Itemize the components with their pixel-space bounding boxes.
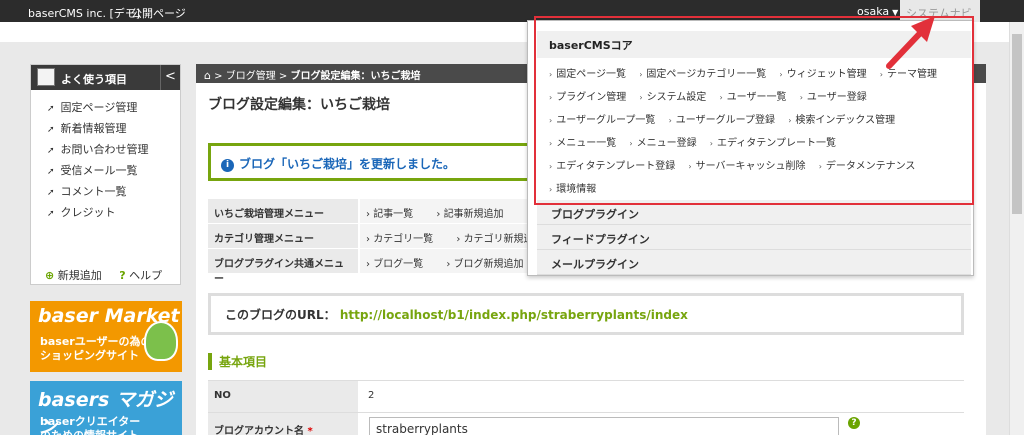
- menu-link[interactable]: › カテゴリ一覧: [366, 234, 443, 245]
- page-title: ブログ設定編集：いちご栽培: [208, 97, 390, 113]
- help-button[interactable]: ? ヘルプ: [119, 269, 162, 282]
- plus-icon: ⊕: [45, 269, 55, 282]
- sidebar-item[interactable]: ➚ お問い合わせ管理: [31, 139, 180, 160]
- help-label: ヘルプ: [129, 269, 163, 282]
- public-page-link[interactable]: 公開ページ: [131, 5, 186, 21]
- sidebar-header: よく使う項目 <: [31, 65, 180, 90]
- sidebar-item[interactable]: ➚ クレジット: [31, 202, 180, 223]
- field-label: NO: [208, 381, 358, 412]
- menu-link-label: カテゴリ新規追加: [463, 234, 530, 245]
- arrow-icon: ➚: [47, 188, 55, 198]
- banner-line: ショッピングサイト: [40, 349, 139, 362]
- plugin-item[interactable]: メールプラグイン: [537, 250, 971, 275]
- blog-url-link[interactable]: http://localhost/b1/index.php/straberryp…: [340, 308, 688, 322]
- arrow-icon: ➚: [47, 104, 55, 114]
- arrow-icon: ➚: [47, 167, 55, 177]
- sidebar-item[interactable]: ➚ コメント一覧: [31, 181, 180, 202]
- menu-row-label: カテゴリ管理メニュー: [208, 224, 358, 248]
- menu-link[interactable]: › カテゴリ新規追加: [456, 234, 530, 245]
- menu-row: カテゴリ管理メニュー › カテゴリ一覧 › カテゴリ新規追加: [208, 224, 530, 249]
- basic-fields-table: NO 2 ブログアカウント名 * straberryplants ?: [208, 380, 964, 435]
- menu-row: いちご栽培管理メニュー › 記事一覧 › 記事新規追加 › い: [208, 199, 530, 224]
- menu-link-label: 記事新規追加: [443, 209, 504, 220]
- required-mark: *: [307, 426, 313, 435]
- sidebar-item-label: 受信メール一覧: [60, 164, 138, 177]
- help-icon: ?: [119, 269, 126, 282]
- blog-menu-table: いちご栽培管理メニュー › 記事一覧 › 記事新規追加 › い カテゴリ管理メニ…: [208, 199, 530, 285]
- favorites-icon: [37, 68, 55, 86]
- baser-market-banner[interactable]: baser Market baserユーザーの為の ショッピングサイト: [30, 301, 182, 372]
- blog-url-label: このブログのURL：: [225, 308, 336, 322]
- favorites-sidebar: よく使う項目 < ➚ 固定ページ管理 ➚ 新着情報管理 ➚ お問い合わせ管理 ➚ 受信メ…: [30, 64, 181, 285]
- sidebar-item-label: コメント一覧: [60, 185, 127, 198]
- add-new-button[interactable]: ⊕ 新規追加: [45, 269, 102, 282]
- field-value: 2: [368, 390, 375, 401]
- menu-link-label: 記事一覧: [373, 209, 414, 220]
- annotation-arrow-icon: [886, 16, 935, 69]
- info-icon: i: [221, 159, 234, 172]
- field-label: ブログアカウント名 *: [208, 413, 358, 435]
- menu-link[interactable]: › ブログ一覧: [366, 259, 433, 270]
- basers-magazine-banner[interactable]: basers マガジン baserクリエイター のための情報サイト: [30, 381, 182, 435]
- menu-link-label: ブログ新規追加: [453, 259, 524, 270]
- update-notice: i ブログ「いちご栽培」を更新しました。: [208, 143, 538, 181]
- menu-link[interactable]: › ブログ新規追加: [446, 259, 530, 270]
- arrow-icon: ➚: [47, 125, 55, 135]
- sidebar-item-label: クレジット: [60, 206, 116, 219]
- menu-row-links: › ブログ一覧 › ブログ新規追加: [360, 249, 530, 273]
- sidebar-item-label: 新着情報管理: [60, 122, 127, 135]
- add-new-label: 新規追加: [57, 269, 102, 282]
- notice-text: ブログ「いちご栽培」を更新しました。: [239, 157, 456, 171]
- field-row: NO 2: [208, 380, 964, 412]
- menu-row-label: ブログプラグイン共通メニュー: [208, 249, 358, 285]
- menu-link[interactable]: › 記事一覧: [366, 209, 423, 220]
- help-icon[interactable]: ?: [848, 417, 860, 429]
- sidebar-item-label: お問い合わせ管理: [60, 143, 149, 156]
- menu-row-links: › 記事一覧 › 記事新規追加 › い: [360, 199, 530, 223]
- blog-account-input[interactable]: straberryplants: [369, 417, 839, 435]
- home-icon[interactable]: ⌂: [204, 69, 211, 82]
- mascot-icon: [144, 321, 178, 361]
- menu-row-links: › カテゴリ一覧 › カテゴリ新規追加: [360, 224, 530, 248]
- page-scrollbar[interactable]: [1009, 22, 1024, 435]
- menu-row: ブログプラグイン共通メニュー › ブログ一覧 › ブログ新規追加: [208, 249, 530, 285]
- scrollbar-thumb[interactable]: [1012, 34, 1022, 214]
- menu-link-label: ブログ一覧: [373, 259, 424, 270]
- arrow-icon: ➚: [47, 146, 55, 156]
- sidebar-item[interactable]: ➚ 新着情報管理: [31, 118, 180, 139]
- sidebar-item-label: 固定ページ管理: [60, 101, 138, 114]
- banner-line: のための情報サイト: [40, 427, 139, 435]
- menu-link-label: カテゴリ一覧: [373, 234, 434, 245]
- plugin-item[interactable]: フィードプラグイン: [537, 225, 971, 250]
- sidebar-title: よく使う項目: [61, 73, 127, 86]
- sidebar-footer: ⊕ 新規追加 ? ヘルプ: [45, 267, 162, 283]
- sidebar-item[interactable]: ➚ 受信メール一覧: [31, 160, 180, 181]
- breadcrumb-item[interactable]: ブログ管理: [226, 71, 276, 82]
- section-heading: 基本項目: [208, 353, 267, 370]
- menu-row-label: いちご栽培管理メニュー: [208, 199, 358, 223]
- blog-url-box: このブログのURL： http://localhost/b1/index.php…: [208, 293, 964, 335]
- favorites-list: ➚ 固定ページ管理 ➚ 新着情報管理 ➚ お問い合わせ管理 ➚ 受信メール一覧 ➚ コメン…: [31, 90, 180, 223]
- sidebar-collapse-button[interactable]: <: [160, 65, 180, 90]
- field-row: ブログアカウント名 * straberryplants ?: [208, 412, 964, 435]
- field-label-text: ブログアカウント名: [214, 426, 304, 435]
- sidebar-item[interactable]: ➚ 固定ページ管理: [31, 97, 180, 118]
- site-name-link[interactable]: baserCMS inc. [デモ]: [28, 5, 140, 21]
- arrow-icon: ➚: [47, 209, 55, 219]
- breadcrumb-current: ブログ設定編集：いちご栽培: [290, 71, 421, 82]
- plugin-list: ブログプラグイン フィードプラグイン メールプラグイン: [537, 200, 971, 275]
- menu-link[interactable]: › 記事新規追加: [436, 209, 513, 220]
